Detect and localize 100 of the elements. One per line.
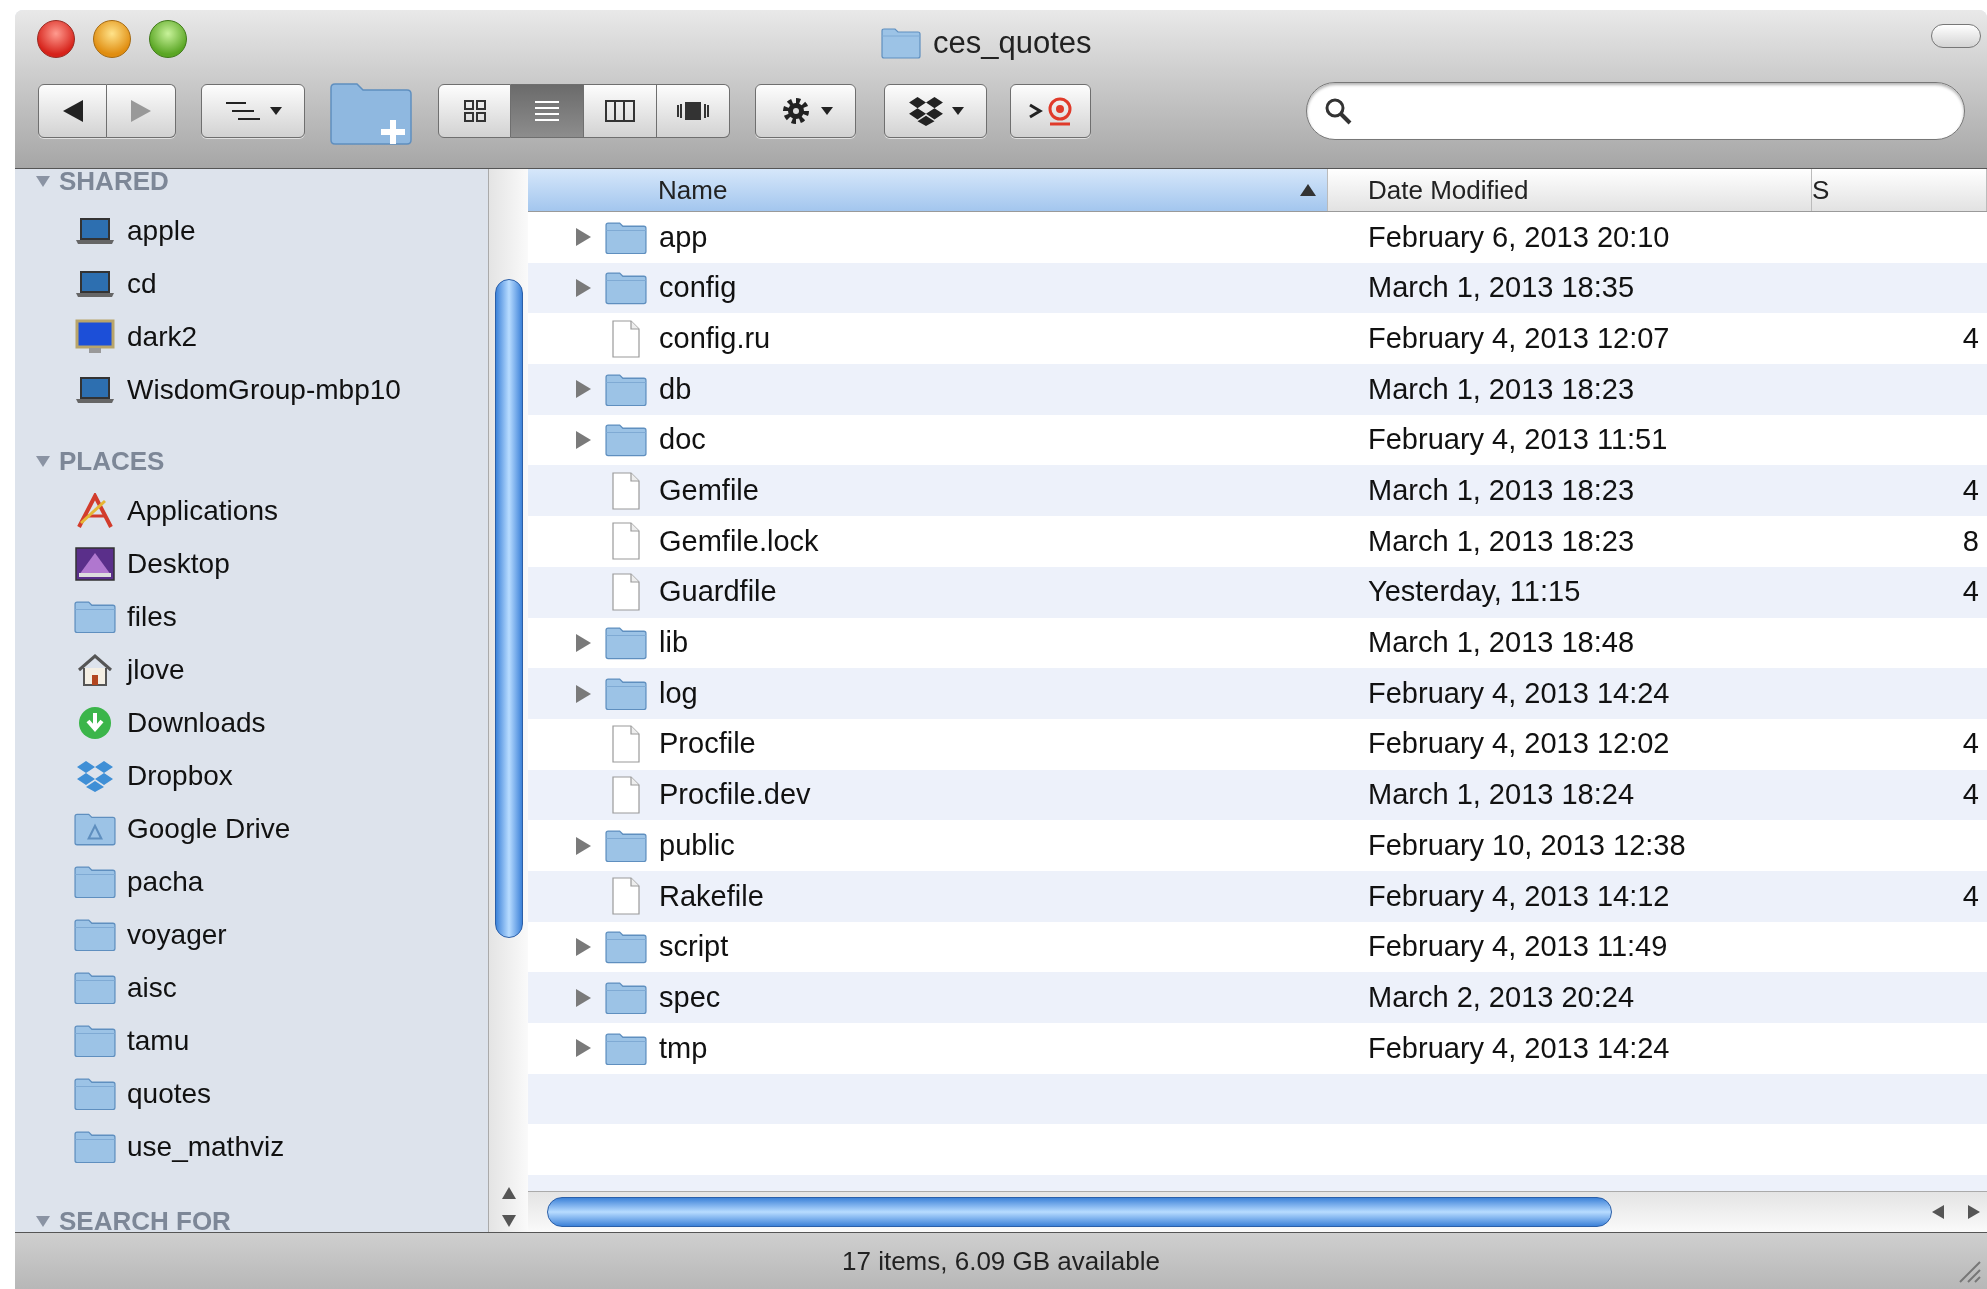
- cover-flow-icon: [676, 100, 710, 122]
- folder-icon: [74, 1076, 116, 1111]
- column-header[interactable]: S: [1812, 169, 1987, 211]
- column-view-icon: [605, 100, 635, 122]
- file-name: tmp: [659, 1030, 708, 1066]
- forward-button[interactable]: [107, 84, 176, 138]
- document-icon: [611, 319, 641, 358]
- view-mode-button[interactable]: [511, 84, 584, 138]
- file-name: db: [659, 371, 692, 407]
- file-row[interactable]: db March 1, 2013 18:23: [528, 364, 1987, 415]
- file-size: 4: [1962, 473, 1979, 509]
- sidebar-item[interactable]: WisdomGroup-mbp10: [15, 363, 488, 416]
- sidebar-item[interactable]: Dropbox: [15, 749, 488, 802]
- disclosure-triangle-icon[interactable]: [574, 379, 592, 400]
- disclosure-triangle-icon[interactable]: [574, 227, 592, 248]
- sidebar-item[interactable]: files: [15, 590, 488, 643]
- disclosure-triangle-icon[interactable]: [574, 936, 592, 957]
- caret-icon: [270, 107, 282, 115]
- sidebar-item[interactable]: Applications: [15, 484, 488, 537]
- caret-icon: [951, 107, 964, 115]
- file-size: 4: [1962, 320, 1979, 356]
- file-row[interactable]: Procfile.dev March 1, 2013 18:24 4: [528, 769, 1987, 821]
- scroll-left-icon[interactable]: [1931, 1204, 1945, 1220]
- sidebar-item[interactable]: dark2: [15, 310, 488, 363]
- close-button[interactable]: [37, 20, 75, 58]
- sidebar-item[interactable]: tamu: [15, 1014, 488, 1067]
- disclosure-triangle-icon[interactable]: [574, 683, 592, 704]
- disclosure-triangle-icon[interactable]: [574, 278, 592, 299]
- terminal-button[interactable]: [1010, 84, 1091, 138]
- sidebar-scrollbar[interactable]: [488, 169, 528, 1232]
- sidebar-item[interactable]: use_mathviz: [15, 1120, 488, 1173]
- sidebar-section-title: SEARCH FOR: [59, 1204, 231, 1232]
- file-name: public: [659, 827, 735, 863]
- laptop-icon: [75, 268, 115, 299]
- scrollbar-thumb[interactable]: [547, 1197, 1612, 1227]
- status-text: 17 items, 6.09 GB available: [842, 1244, 1160, 1278]
- date-modified: February 6, 2013 20:10: [1368, 220, 1670, 253]
- view-mode-button[interactable]: [584, 84, 657, 138]
- sidebar-item[interactable]: Google Drive: [15, 802, 488, 855]
- horizontal-scrollbar[interactable]: [528, 1191, 1987, 1232]
- scroll-right-icon[interactable]: [1967, 1204, 1981, 1220]
- view-mode-button[interactable]: [657, 84, 730, 138]
- disclosure-triangle-icon[interactable]: [35, 453, 51, 469]
- file-row[interactable]: Rakefile February 4, 2013 14:12 4: [528, 870, 1987, 922]
- file-name: app: [659, 219, 708, 255]
- file-row[interactable]: Guardfile Yesterday, 11:15 4: [528, 566, 1987, 618]
- zoom-button[interactable]: [149, 20, 187, 58]
- sidebar-item[interactable]: pacha: [15, 855, 488, 908]
- file-row[interactable]: log February 4, 2013 14:24: [528, 668, 1987, 719]
- dropbox-button[interactable]: [884, 84, 987, 138]
- file-name: Procfile: [659, 726, 756, 762]
- disclosure-triangle-icon[interactable]: [574, 632, 592, 653]
- disclosure-triangle-icon[interactable]: [574, 1038, 592, 1059]
- date-modified: March 2, 2013 20:24: [1368, 980, 1634, 1013]
- sidebar-section-title: SHARED: [59, 169, 169, 198]
- column-header[interactable]: Date Modified: [1328, 169, 1812, 211]
- file-name: config.ru: [659, 320, 771, 356]
- folder-icon: [605, 676, 647, 711]
- disclosure-triangle-icon[interactable]: [35, 173, 51, 189]
- disclosure-triangle-icon[interactable]: [574, 430, 592, 451]
- window-title: ces_quotes: [933, 24, 1092, 62]
- file-name: lib: [659, 625, 688, 661]
- sidebar-item[interactable]: Desktop: [15, 537, 488, 590]
- sidebar-item[interactable]: quotes: [15, 1067, 488, 1120]
- file-row[interactable]: config March 1, 2013 18:35: [528, 262, 1987, 314]
- folder-icon: [605, 1031, 647, 1066]
- back-button[interactable]: [38, 84, 107, 138]
- date-modified: February 4, 2013 12:02: [1368, 727, 1670, 760]
- monitor-icon: [75, 318, 115, 355]
- sidebar-item[interactable]: voyager: [15, 908, 488, 961]
- disclosure-triangle-icon[interactable]: [574, 987, 592, 1008]
- document-icon: [611, 573, 641, 612]
- column-header[interactable]: Name: [528, 169, 1328, 211]
- folder-icon: [74, 864, 116, 899]
- sidebar-item[interactable]: cd: [15, 257, 488, 310]
- folder-icon: [605, 271, 647, 305]
- date-modified: March 1, 2013 18:23: [1368, 474, 1634, 507]
- view-mode-button[interactable]: [438, 84, 511, 138]
- sidebar-item[interactable]: Downloads: [15, 696, 488, 749]
- file-row[interactable]: spec March 2, 2013 20:24: [528, 972, 1987, 1023]
- sidebar-item[interactable]: jlove: [15, 643, 488, 696]
- scrollbar-thumb[interactable]: [494, 279, 523, 938]
- new-folder-icon[interactable]: [329, 80, 413, 146]
- file-row[interactable]: Gemfile March 1, 2013 18:23 4: [528, 465, 1987, 517]
- scroll-down-icon[interactable]: [500, 1214, 517, 1228]
- toolbar-toggle-button[interactable]: [1931, 24, 1981, 48]
- download-icon: [77, 704, 113, 741]
- disclosure-triangle-icon[interactable]: [35, 1213, 51, 1229]
- left-arrow-icon: [62, 100, 83, 122]
- sidebar-item[interactable]: aisc: [15, 961, 488, 1014]
- sidebar-item[interactable]: apple: [15, 204, 488, 257]
- folder-icon: [74, 917, 116, 952]
- arrange-button[interactable]: [201, 84, 305, 138]
- disclosure-triangle-icon[interactable]: [574, 835, 592, 856]
- caret-icon: [820, 107, 833, 115]
- file-name: Gemfile: [659, 473, 759, 509]
- date-modified: February 4, 2013 14:24: [1368, 676, 1670, 709]
- action-button[interactable]: [755, 84, 856, 138]
- minimize-button[interactable]: [93, 20, 131, 58]
- scroll-up-icon[interactable]: [500, 1186, 517, 1200]
